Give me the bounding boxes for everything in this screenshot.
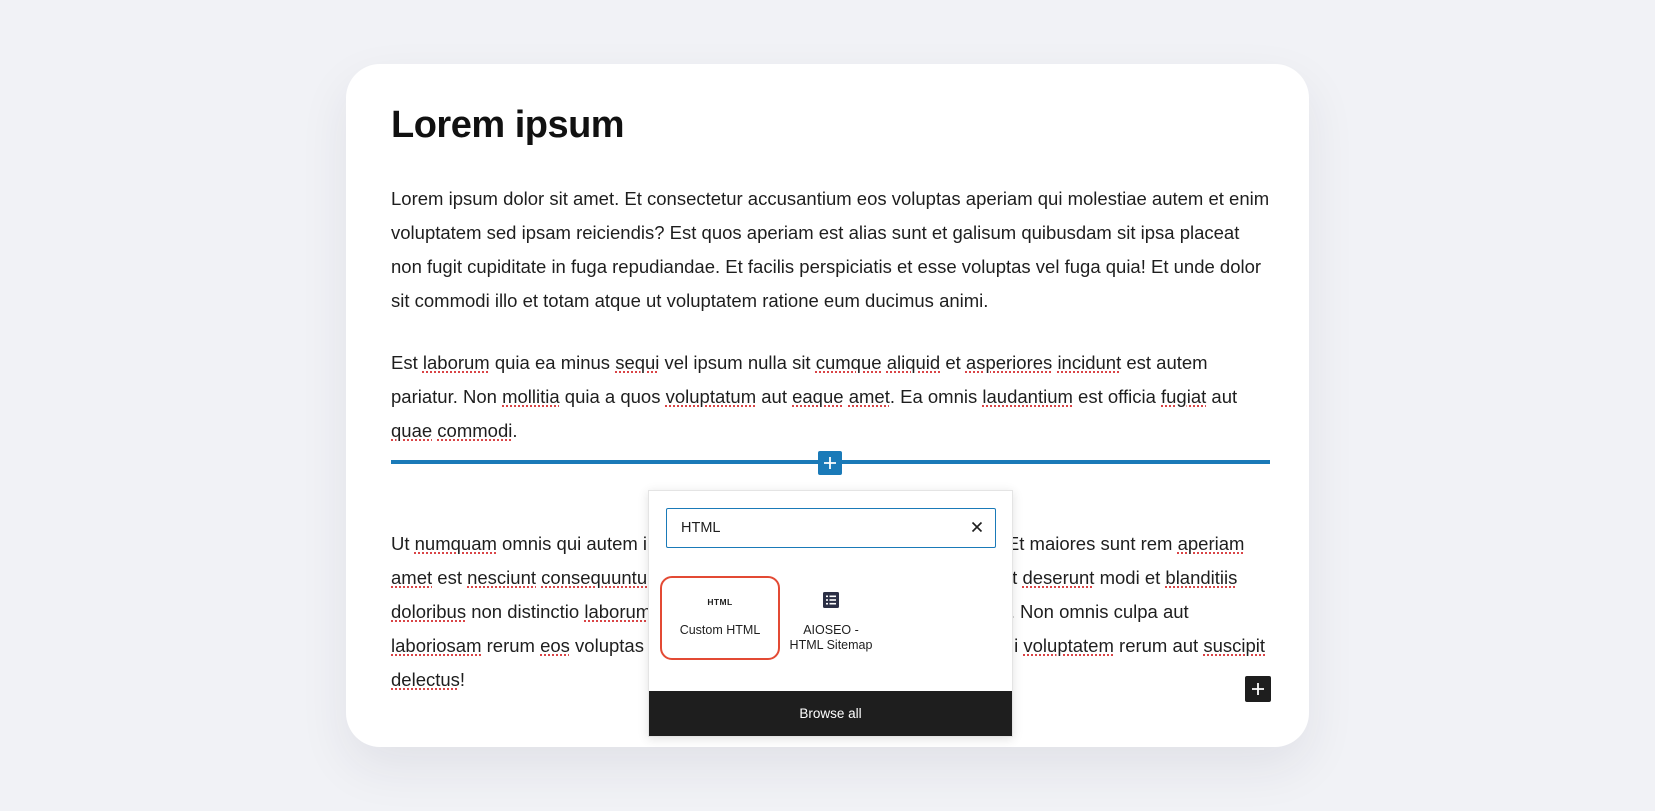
browse-all-button[interactable]: Browse all <box>649 691 1012 736</box>
insert-block-button[interactable] <box>818 451 842 475</box>
post-title[interactable]: Lorem ipsum <box>391 104 625 147</box>
spellcheck-word: laborum <box>422 352 490 373</box>
block-option-label: AIOSEO - HTML Sitemap <box>789 623 873 652</box>
spellcheck-word: aliquid <box>886 352 941 373</box>
sitemap-list-icon <box>771 590 891 610</box>
spellcheck-word: voluptatem <box>1023 635 1114 656</box>
html-icon: HTML <box>662 592 778 612</box>
spellcheck-word: doloribus <box>391 601 467 622</box>
spellcheck-word: consequuntur <box>541 567 654 588</box>
block-option-aioseo-html-sitemap[interactable]: AIOSEO - HTML Sitemap <box>771 576 891 660</box>
spellcheck-word: laboriosam <box>391 635 482 656</box>
spellcheck-word: delectus <box>391 669 460 690</box>
spellcheck-word: suscipit <box>1203 635 1266 656</box>
plus-icon <box>824 457 836 469</box>
spellcheck-word: eaque <box>792 386 844 407</box>
paragraph-block-1[interactable]: Lorem ipsum dolor sit amet. Et consectet… <box>391 182 1271 318</box>
block-search-input[interactable] <box>681 509 951 546</box>
add-block-button[interactable] <box>1245 676 1271 702</box>
spellcheck-word: quae <box>391 420 433 441</box>
block-option-label: Custom HTML <box>679 623 761 637</box>
spellcheck-word: fugiat <box>1161 386 1207 407</box>
spellcheck-word: blanditiis <box>1165 567 1238 588</box>
spellcheck-word: sequi <box>615 352 660 373</box>
html-icon-text: HTML <box>707 597 733 607</box>
spellcheck-word: cumque <box>815 352 882 373</box>
spellcheck-word: numquam <box>414 533 497 554</box>
spellcheck-word: eos <box>540 635 570 656</box>
spellcheck-word: commodi <box>437 420 513 441</box>
clear-search-button[interactable] <box>967 517 987 537</box>
close-icon <box>971 521 983 533</box>
spellcheck-word: mollitia <box>502 386 560 407</box>
spellcheck-word: laborum <box>584 601 652 622</box>
spellcheck-word: asperiores <box>965 352 1053 373</box>
spellcheck-word: aperiam <box>1177 533 1245 554</box>
spellcheck-word: incidunt <box>1057 352 1122 373</box>
spellcheck-word: nesciunt <box>467 567 537 588</box>
plus-icon <box>1252 683 1264 695</box>
spellcheck-word: amet <box>848 386 890 407</box>
spellcheck-word: amet <box>391 567 433 588</box>
spellcheck-word: voluptatum <box>665 386 757 407</box>
block-inserter-popover: HTML Custom HTML AIOSEO -HTML Sitemap Br… <box>648 490 1013 737</box>
block-search-field <box>666 508 996 548</box>
spellcheck-word: deserunt <box>1022 567 1095 588</box>
block-option-custom-html[interactable]: HTML Custom HTML <box>660 576 780 660</box>
spellcheck-word: laudantium <box>982 386 1073 407</box>
paragraph-block-2[interactable]: Est laborum quia ea minus sequi vel ipsu… <box>391 346 1271 448</box>
